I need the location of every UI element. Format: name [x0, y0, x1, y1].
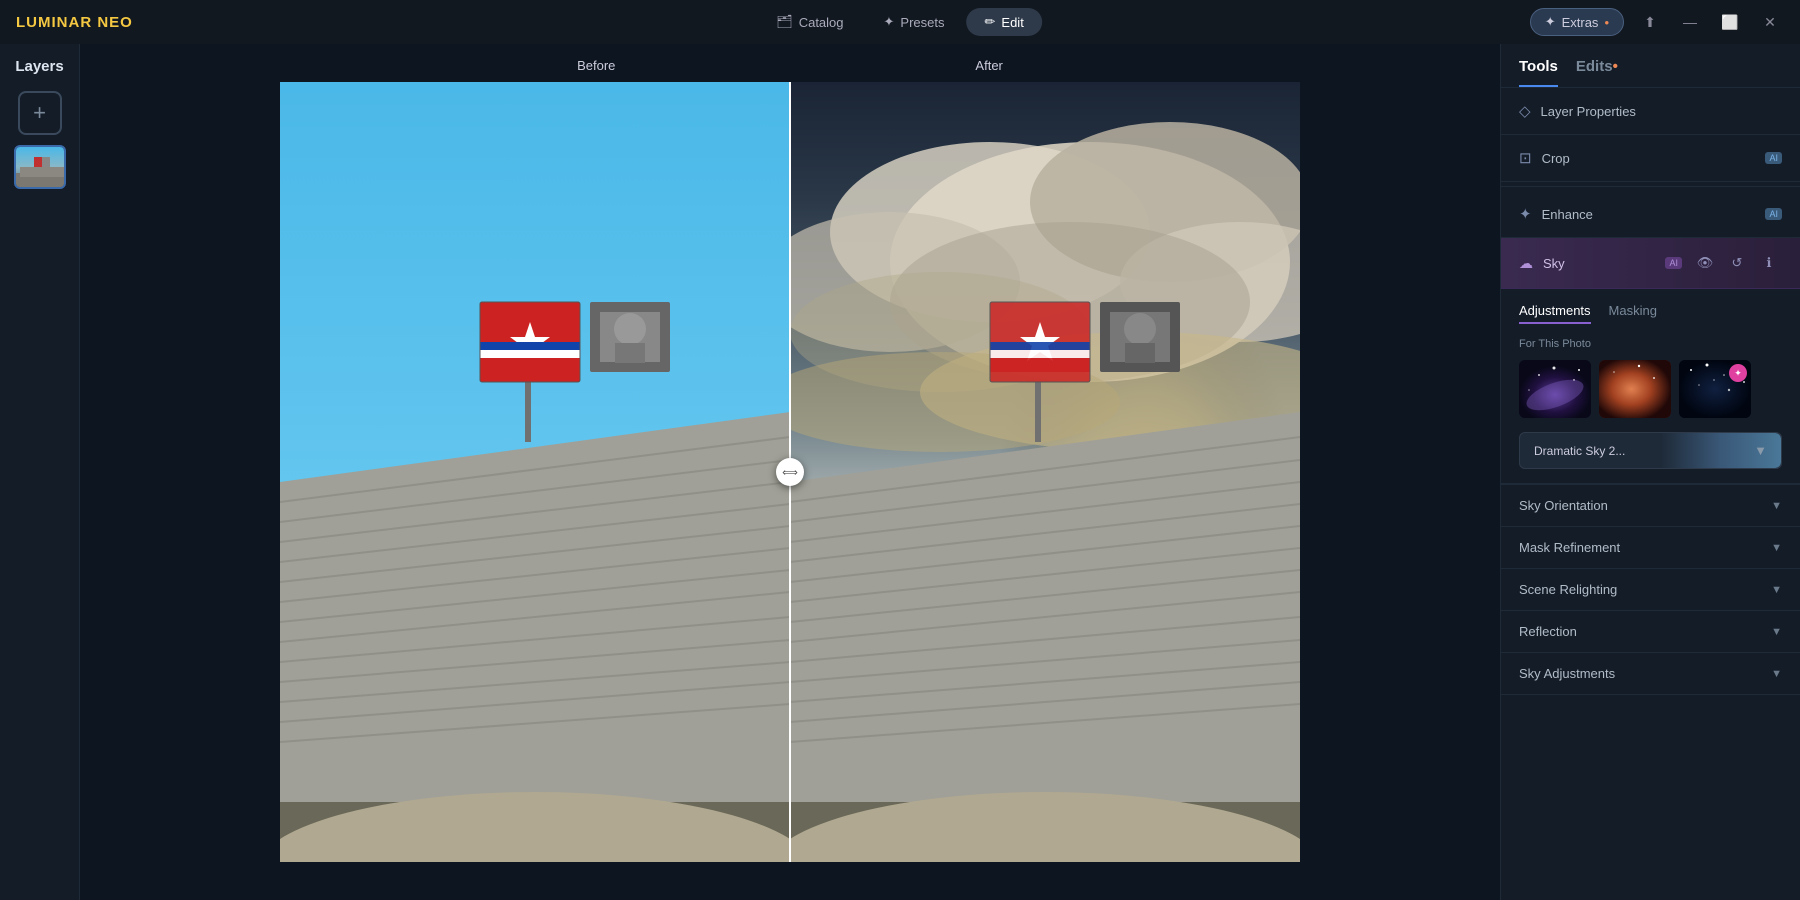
accordion-reflection[interactable]: Reflection ▼: [1501, 611, 1800, 653]
scene-relighting-arrow-icon: ▼: [1771, 584, 1782, 596]
after-scene: [790, 82, 1300, 862]
sky-preset-milky-way[interactable]: [1519, 360, 1591, 418]
main-content: Layers +: [0, 44, 1800, 900]
accordion-sky-orientation[interactable]: Sky Orientation ▼: [1501, 485, 1800, 527]
layers-panel: Layers +: [0, 44, 80, 900]
layer-thumbnail[interactable]: [14, 145, 66, 189]
tool-list: ◇ Layer Properties ⊡ Crop AI ✦ Enhance A…: [1501, 88, 1800, 695]
sky-accordions: Sky Orientation ▼ Mask Refinement ▼ Scen…: [1501, 484, 1800, 695]
right-panel: Tools Edits• ◇ Layer Properties ⊡ Crop A…: [1500, 44, 1800, 900]
panel-tabs: Tools Edits•: [1501, 44, 1800, 88]
nav-presets[interactable]: ✦ Presets: [866, 8, 963, 36]
accordion-sky-adjustments[interactable]: Sky Adjustments ▼: [1501, 653, 1800, 695]
tab-tools[interactable]: Tools: [1519, 58, 1558, 87]
tool-sky[interactable]: ☁ Sky AI 👁 ↺ ℹ: [1501, 238, 1800, 289]
close-button[interactable]: ✕: [1756, 8, 1784, 36]
sky-preset-nebula[interactable]: [1599, 360, 1671, 418]
sky-actions: 👁 ↺ ℹ: [1692, 250, 1782, 276]
titlebar: LUMINAR NEO 🗂 Catalog ✦ Presets ✏ Edit ✦…: [0, 0, 1800, 44]
crop-icon: ⊡: [1519, 149, 1532, 167]
maximize-button[interactable]: ⬜: [1716, 8, 1744, 36]
sky-visibility-button[interactable]: 👁: [1692, 250, 1718, 276]
sky-tab-adjustments[interactable]: Adjustments: [1519, 303, 1591, 324]
sky-orientation-label: Sky Orientation: [1519, 498, 1771, 513]
sky-dropdown[interactable]: Dramatic Sky 2... ▼: [1519, 432, 1782, 469]
add-layer-button[interactable]: +: [18, 91, 62, 135]
extras-button[interactable]: ✦ Extras •: [1530, 8, 1624, 36]
after-image: [790, 82, 1300, 862]
mask-refinement-label: Mask Refinement: [1519, 540, 1771, 555]
scene-relighting-label: Scene Relighting: [1519, 582, 1771, 597]
catalog-icon: 🗂: [776, 14, 793, 30]
sky-sub-tabs: Adjustments Masking: [1519, 303, 1782, 324]
crop-label: Crop: [1542, 151, 1756, 166]
tool-crop[interactable]: ⊡ Crop AI: [1501, 135, 1800, 182]
reflection-label: Reflection: [1519, 624, 1771, 639]
sky-reset-button[interactable]: ↺: [1724, 250, 1750, 276]
sky-tab-masking[interactable]: Masking: [1609, 303, 1657, 324]
canvas-area: Before After: [80, 44, 1500, 900]
enhance-label: Enhance: [1542, 207, 1756, 222]
presets-icon: ✦: [884, 14, 895, 30]
accordion-scene-relighting[interactable]: Scene Relighting ▼: [1501, 569, 1800, 611]
accordion-mask-refinement[interactable]: Mask Refinement ▼: [1501, 527, 1800, 569]
tool-layer-properties[interactable]: ◇ Layer Properties: [1501, 88, 1800, 135]
sky-ai-badge: AI: [1665, 257, 1682, 269]
tab-edits[interactable]: Edits•: [1576, 58, 1618, 87]
edit-icon: ✏: [985, 14, 996, 30]
before-image: [280, 82, 790, 862]
sky-presets: ✦: [1519, 360, 1782, 418]
sky-icon: ☁: [1519, 255, 1533, 272]
titlebar-right: ✦ Extras • ⬆ — ⬜ ✕: [1530, 8, 1784, 36]
mask-refinement-arrow-icon: ▼: [1771, 542, 1782, 554]
layer-thumb-preview: [16, 147, 66, 189]
extras-icon: ✦: [1545, 14, 1556, 30]
sky-dropdown-label: Dramatic Sky 2...: [1534, 444, 1625, 458]
split-view: ⟺: [280, 82, 1300, 862]
share-button[interactable]: ⬆: [1636, 8, 1664, 36]
nav-catalog[interactable]: 🗂 Catalog: [758, 8, 861, 36]
sky-panel-content: Adjustments Masking For This Photo: [1501, 289, 1800, 484]
sky-preset-badge: ✦: [1729, 364, 1747, 382]
enhance-ai-badge: AI: [1765, 208, 1782, 220]
sky-label: Sky: [1543, 256, 1655, 271]
layer-properties-icon: ◇: [1519, 102, 1531, 120]
for-this-photo-label: For This Photo: [1519, 338, 1782, 350]
enhance-icon: ✦: [1519, 205, 1532, 223]
sky-adjustments-label: Sky Adjustments: [1519, 666, 1771, 681]
sky-orientation-arrow-icon: ▼: [1771, 500, 1782, 512]
nav-bar: 🗂 Catalog ✦ Presets ✏ Edit: [758, 8, 1042, 36]
minimize-button[interactable]: —: [1676, 8, 1704, 36]
sky-dropdown-arrow-icon: ▼: [1754, 443, 1767, 458]
sky-adjustments-arrow-icon: ▼: [1771, 668, 1782, 680]
split-handle[interactable]: ⟺: [776, 458, 804, 486]
sky-info-button[interactable]: ℹ: [1756, 250, 1782, 276]
layer-properties-label: Layer Properties: [1541, 104, 1782, 119]
layers-heading: Layers: [0, 44, 79, 83]
tool-enhance[interactable]: ✦ Enhance AI: [1501, 191, 1800, 238]
before-scene: [280, 82, 790, 862]
app-logo: LUMINAR NEO: [16, 14, 133, 31]
sky-preset-stars[interactable]: ✦: [1679, 360, 1751, 418]
divider: [1501, 186, 1800, 187]
image-container: ⟺: [80, 44, 1500, 900]
reflection-arrow-icon: ▼: [1771, 626, 1782, 638]
crop-ai-badge: AI: [1765, 152, 1782, 164]
nav-edit[interactable]: ✏ Edit: [967, 8, 1042, 36]
